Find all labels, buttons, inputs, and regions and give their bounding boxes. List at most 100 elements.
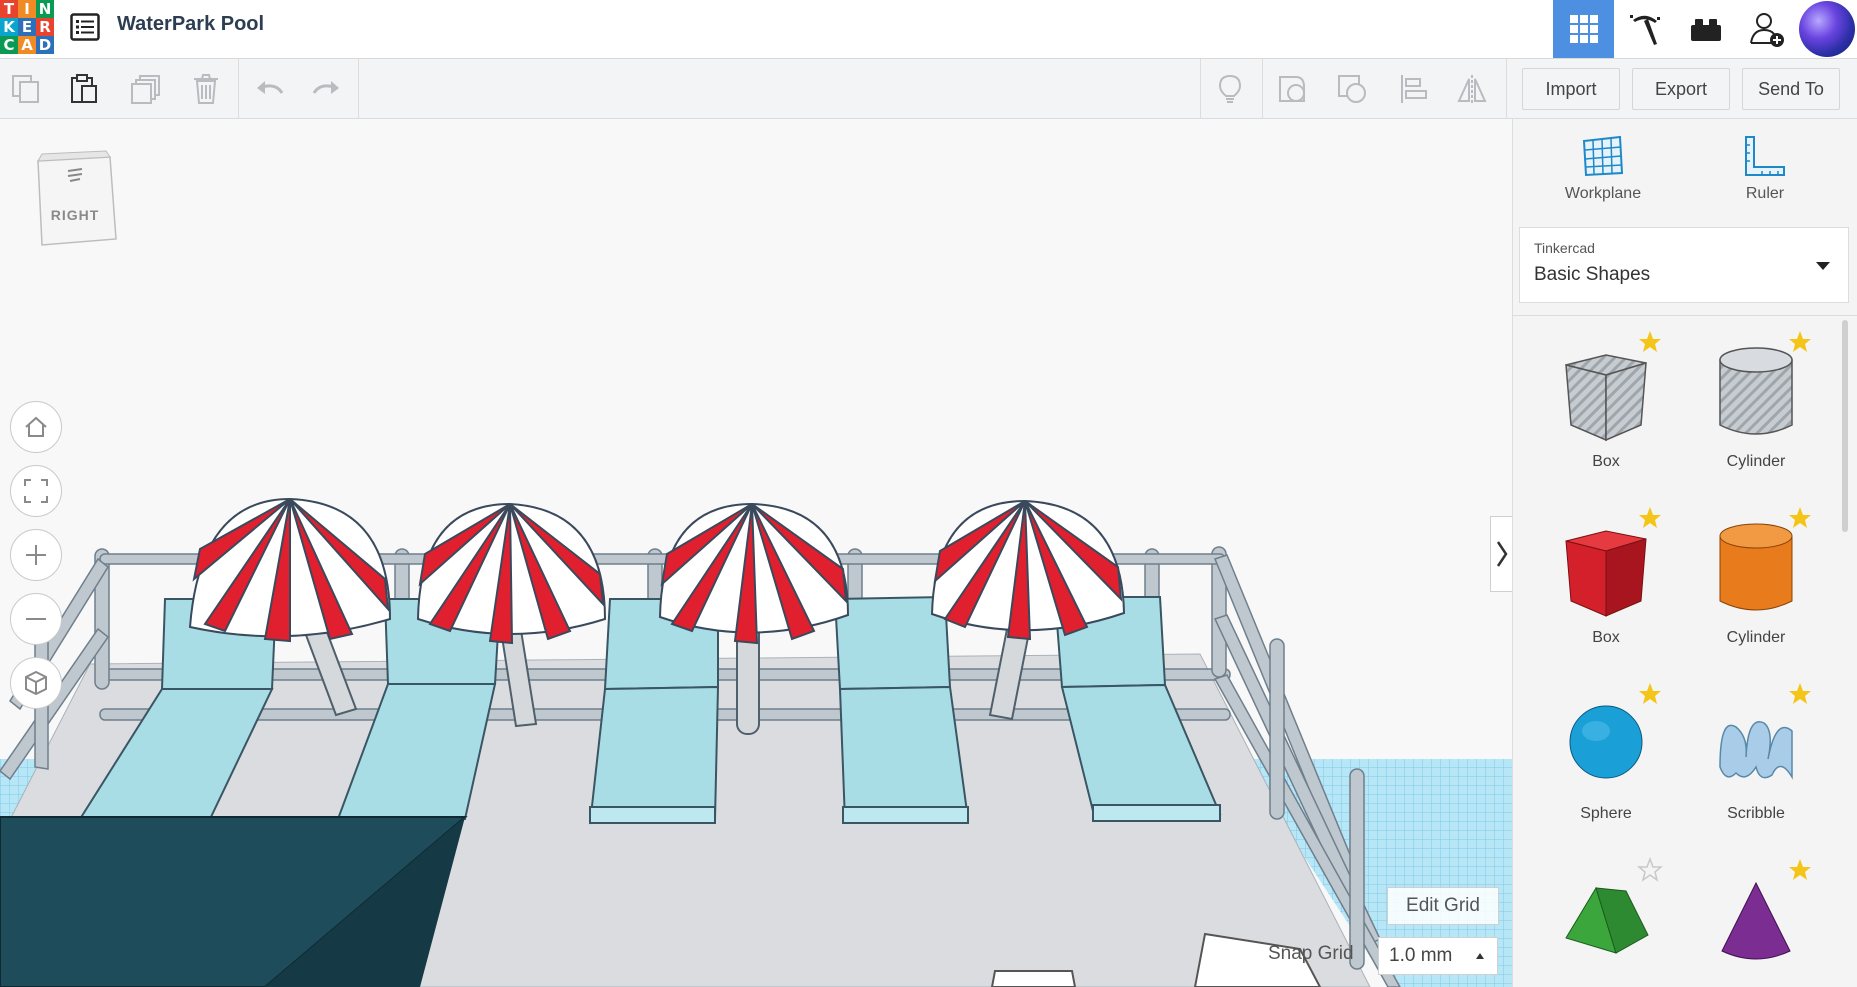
3d-design-mode-button[interactable]	[1553, 0, 1614, 58]
export-button[interactable]: Export	[1632, 68, 1730, 110]
caret-up-icon	[1476, 953, 1484, 959]
notes-button[interactable]	[1212, 71, 1248, 107]
shape-sphere[interactable]: Sphere	[1531, 669, 1681, 839]
design-list-icon[interactable]	[70, 13, 100, 41]
mirror-button[interactable]	[1454, 71, 1490, 107]
top-bar: TINKERCAD WaterPark Pool	[0, 0, 1857, 59]
fit-view-button[interactable]	[10, 465, 62, 517]
star-outline-icon[interactable]	[1637, 857, 1663, 883]
lightbulb-icon	[1218, 74, 1242, 103]
add-user-icon	[1749, 13, 1784, 47]
shape-cylinder[interactable]: Cylinder	[1681, 493, 1831, 663]
copy-icon	[12, 75, 39, 103]
toolbar-separator	[1262, 59, 1263, 119]
view-cube[interactable]: RIGHT	[30, 149, 120, 249]
perspective-toggle-button[interactable]	[10, 657, 62, 709]
ruler-label: Ruler	[1745, 185, 1785, 202]
workplane-scene[interactable]	[0, 119, 1512, 987]
shape-label: Cylinder	[1726, 453, 1786, 470]
workplane-label: Workplane	[1564, 185, 1642, 202]
tinkercad-logo[interactable]: TINKERCAD	[0, 0, 54, 55]
logo-letter: R	[36, 18, 54, 36]
copy-button[interactable]	[8, 71, 44, 107]
logo-letter: I	[18, 0, 36, 18]
bricks-mode-button[interactable]	[1675, 0, 1736, 58]
ruler-icon	[1745, 136, 1785, 176]
redo-button[interactable]	[308, 71, 344, 107]
star-filled-icon[interactable]	[1787, 681, 1813, 707]
paste-button[interactable]	[66, 71, 102, 107]
shape-box-hole[interactable]: Box	[1531, 317, 1681, 487]
grid-icon	[1569, 15, 1598, 43]
toolbar-separator	[1200, 59, 1201, 119]
logo-letter: C	[0, 36, 18, 54]
panel-scrollbar[interactable]	[1842, 320, 1848, 532]
shape-cylinder-hole[interactable]: Cylinder	[1681, 317, 1831, 487]
group-button[interactable]	[1274, 71, 1310, 107]
align-button[interactable]	[1396, 71, 1432, 107]
delete-button[interactable]	[188, 71, 224, 107]
shape-box[interactable]: Box	[1531, 493, 1681, 663]
undo-button[interactable]	[252, 71, 288, 107]
star-filled-icon[interactable]	[1637, 681, 1663, 707]
shape-label: Sphere	[1580, 805, 1632, 822]
shapes-panel: Workplane Ruler Tinkercad Basic Shapes B…	[1512, 119, 1857, 987]
home-view-button[interactable]	[10, 401, 62, 453]
shape-scribble[interactable]: Scribble	[1681, 669, 1831, 839]
plus-icon	[26, 545, 46, 565]
shape-roof[interactable]	[1531, 845, 1681, 987]
send-to-button[interactable]: Send To	[1742, 68, 1840, 110]
toolbar-separator	[1506, 59, 1507, 119]
edit-toolbar: Import Export Send To	[0, 59, 1857, 119]
mode-switcher	[1553, 0, 1857, 58]
panel-tools: Workplane Ruler	[1513, 119, 1857, 219]
library-name: Basic Shapes	[1534, 264, 1651, 285]
ungroup-button[interactable]	[1334, 71, 1370, 107]
logo-letter: K	[0, 18, 18, 36]
library-source: Tinkercad	[1534, 240, 1595, 256]
brick-icon	[1690, 19, 1721, 41]
import-button[interactable]: Import	[1522, 68, 1620, 110]
shape-label: Cylinder	[1726, 629, 1786, 646]
shape-label: Box	[1592, 453, 1620, 470]
star-filled-icon[interactable]	[1787, 857, 1813, 883]
logo-letter: N	[36, 0, 54, 18]
star-filled-icon[interactable]	[1637, 329, 1663, 355]
shape-label: Scribble	[1727, 805, 1785, 822]
white-block	[990, 970, 1077, 987]
design-title[interactable]: WaterPark Pool	[117, 13, 264, 36]
chevron-right-icon	[1496, 541, 1508, 567]
star-filled-icon[interactable]	[1787, 505, 1813, 531]
snap-grid-label: Snap Grid	[1268, 943, 1354, 964]
collapse-panel-tab[interactable]	[1490, 516, 1512, 592]
star-filled-icon[interactable]	[1787, 329, 1813, 355]
invite-user-button[interactable]	[1736, 0, 1797, 58]
user-avatar[interactable]	[1799, 1, 1855, 57]
caret-down-icon	[1816, 262, 1830, 270]
edit-grid-button[interactable]: Edit Grid	[1387, 887, 1499, 925]
home-icon	[25, 416, 47, 437]
align-icon	[1401, 75, 1427, 103]
shapes-grid: Box Cylinder Box Cylinder Sphere Scribbl…	[1513, 317, 1843, 987]
cube-perspective-icon	[25, 670, 47, 696]
logo-letter: D	[36, 36, 54, 54]
star-filled-icon[interactable]	[1637, 505, 1663, 531]
shape-label: Box	[1592, 629, 1620, 646]
shape-library-dropdown[interactable]: Tinkercad Basic Shapes	[1519, 227, 1849, 303]
logo-letter: E	[18, 18, 36, 36]
workplane-button[interactable]: Workplane	[1543, 133, 1663, 203]
fit-to-view-icon	[24, 479, 48, 503]
duplicate-button[interactable]	[128, 71, 164, 107]
ungroup-icon	[1338, 75, 1366, 103]
logo-letter: A	[18, 36, 36, 54]
logo-letter: T	[0, 0, 18, 18]
3d-viewport[interactable]: RIGHT Edit Grid Snap Grid 1.0 mm	[0, 119, 1512, 987]
shape-cone[interactable]	[1681, 845, 1831, 987]
snap-grid-select[interactable]: 1.0 mm	[1378, 937, 1498, 975]
zoom-in-button[interactable]	[10, 529, 62, 581]
minus-icon	[26, 618, 46, 620]
zoom-out-button[interactable]	[10, 593, 62, 645]
ruler-button[interactable]: Ruler	[1705, 133, 1825, 203]
group-icon	[1279, 76, 1305, 102]
blocks-mode-button[interactable]	[1614, 0, 1675, 58]
